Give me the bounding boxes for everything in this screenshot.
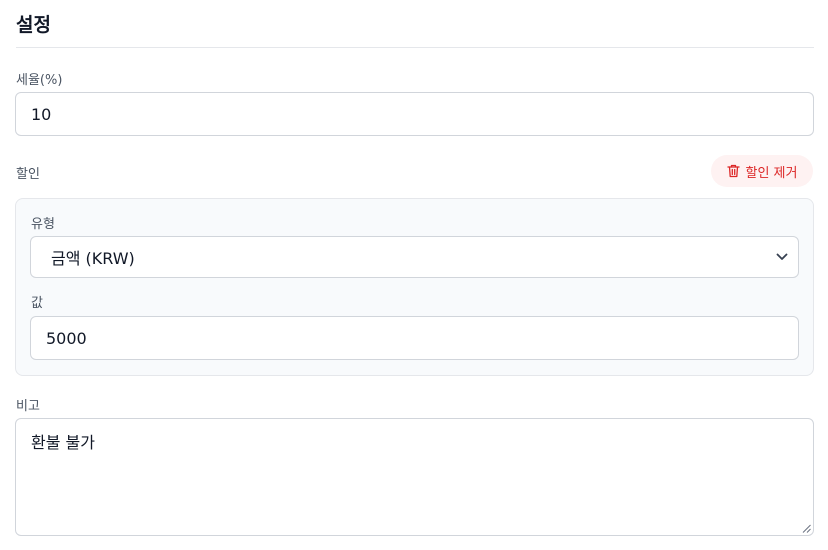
trash-icon	[726, 164, 740, 178]
tax-rate-value: 10	[31, 104, 52, 124]
remove-discount-label: 할인 제거	[745, 165, 798, 181]
tax-rate-label: 세율(%)	[16, 73, 63, 88]
discount-label: 할인	[16, 167, 40, 182]
discount-type-select[interactable]: 금액 (KRW)	[30, 236, 799, 278]
chevron-down-icon	[776, 253, 788, 260]
discount-type-value: 금액 (KRW)	[51, 249, 135, 268]
resize-handle-icon[interactable]	[802, 524, 811, 533]
remove-discount-button[interactable]: 할인 제거	[711, 155, 813, 187]
discount-value: 5000	[46, 328, 87, 348]
page-title: 설정	[16, 14, 51, 36]
discount-value-label: 값	[31, 296, 43, 311]
header-divider	[16, 47, 814, 48]
notes-label: 비고	[16, 399, 40, 414]
notes-textarea[interactable]: 환불 불가	[15, 418, 814, 536]
discount-value-input[interactable]: 5000	[30, 316, 799, 360]
discount-type-label: 유형	[31, 217, 55, 232]
tax-rate-input[interactable]: 10	[15, 92, 814, 136]
notes-value: 환불 불가	[31, 433, 95, 452]
